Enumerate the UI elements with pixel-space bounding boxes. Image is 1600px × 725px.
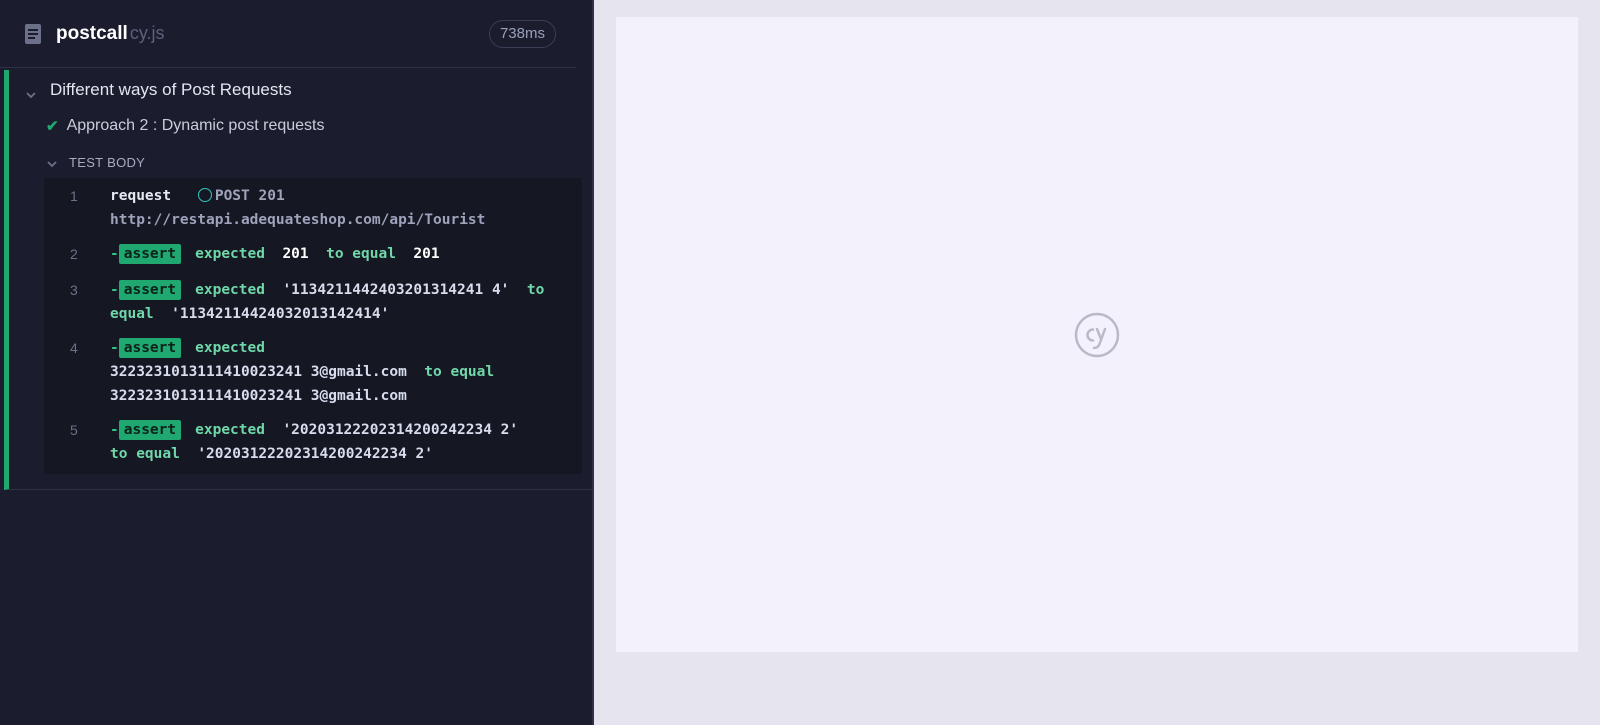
spec-header: postcall cy.js 738ms	[0, 0, 576, 68]
assert-operator-cont: equal	[110, 306, 154, 322]
command-number: 2	[70, 246, 78, 262]
command-row[interactable]: 2 - assert expected 201 to equal 201	[44, 242, 582, 266]
assert-dash: -	[110, 340, 119, 356]
assert-badge: assert	[118, 420, 182, 440]
duration-badge: 738ms	[488, 19, 556, 48]
command-number: 1	[70, 188, 78, 204]
assert-dash: -	[110, 282, 119, 298]
command-row[interactable]: 5 - assert expected '202031222023142002422…	[44, 418, 582, 466]
command-number: 5	[70, 422, 78, 438]
expected-label: expected	[195, 246, 265, 262]
command-body: - assert expected 201 to equal 201	[110, 242, 582, 266]
command-row[interactable]: 4 - assert expected 3223231013111410023241…	[44, 336, 582, 408]
request-url: http://restapi.adequateshop.com/api/Tour…	[110, 212, 486, 228]
cypress-runner: postcall cy.js 738ms Different ways of P…	[0, 0, 1600, 725]
check-icon: ✔	[46, 118, 59, 135]
cypress-logo-icon	[1073, 311, 1121, 359]
assert-operator: to equal	[110, 446, 180, 462]
expected-value: 3223231013111410023241 3@gmail.com	[110, 364, 407, 380]
actual-value: '20203122202314200242234 2'	[197, 446, 434, 462]
suite-title-row[interactable]: Different ways of Post Requests	[26, 78, 292, 102]
command-row[interactable]: 3 - assert expected '113421144240320131424…	[44, 278, 582, 326]
actual-value: '11342114424032013142414'	[171, 306, 390, 322]
assert-badge: assert	[118, 280, 182, 300]
assert-operator: to	[526, 282, 545, 298]
request-method-status: POST 201	[214, 188, 285, 204]
spec-extension: cy.js	[129, 23, 165, 43]
expected-value: '20203122202314200242234 2'	[282, 422, 519, 438]
spec-name[interactable]: postcall	[56, 23, 128, 45]
chevron-down-icon	[47, 157, 57, 168]
assert-operator: to equal	[424, 364, 495, 380]
assert-badge: assert	[118, 338, 182, 358]
test-title: Approach 2 : Dynamic post requests	[66, 117, 325, 134]
command-body: request POST 201 http://restapi.adequate…	[110, 184, 582, 232]
expected-label: expected	[195, 422, 265, 438]
test-body-label: TEST BODY	[69, 154, 146, 170]
assert-dash: -	[110, 422, 119, 438]
command-log: 1 request POST 201 http://restapi.adequa…	[44, 178, 582, 474]
expected-label: expected	[195, 340, 265, 356]
assert-operator: to equal	[326, 246, 396, 262]
command-number: 4	[70, 340, 78, 356]
test-title-row[interactable]: ✔ Approach 2 : Dynamic post requests	[46, 114, 324, 138]
command-body: - assert expected 3223231013111410023241 3…	[110, 336, 582, 408]
expected-value: 201	[282, 246, 309, 262]
expected-value: '1134211442403201314241 4'	[282, 282, 510, 298]
pending-circle-icon	[197, 188, 212, 202]
command-name: request	[110, 188, 172, 204]
command-row[interactable]: 1 request POST 201 http://restapi.adequa…	[44, 184, 582, 232]
command-body: - assert expected '20203122202314200242234…	[110, 418, 582, 466]
assert-dash: -	[110, 246, 119, 262]
actual-value: 3223231013111410023241 3@gmail.com	[110, 388, 407, 404]
command-body: - assert expected '1134211442403201314241 …	[110, 278, 582, 326]
chevron-down-icon	[26, 85, 36, 99]
command-number: 3	[70, 282, 78, 298]
assert-badge: assert	[118, 244, 182, 264]
expected-label: expected	[195, 282, 265, 298]
reporter-panel: postcall cy.js 738ms Different ways of P…	[0, 0, 594, 725]
test-body-toggle[interactable]: TEST BODY	[47, 152, 145, 172]
actual-value: 201	[413, 246, 440, 262]
file-text-icon	[24, 23, 42, 45]
app-preview	[616, 17, 1578, 652]
suite-title: Different ways of Post Requests	[50, 80, 292, 99]
suite-block: Different ways of Post Requests ✔ Approa…	[4, 70, 592, 490]
